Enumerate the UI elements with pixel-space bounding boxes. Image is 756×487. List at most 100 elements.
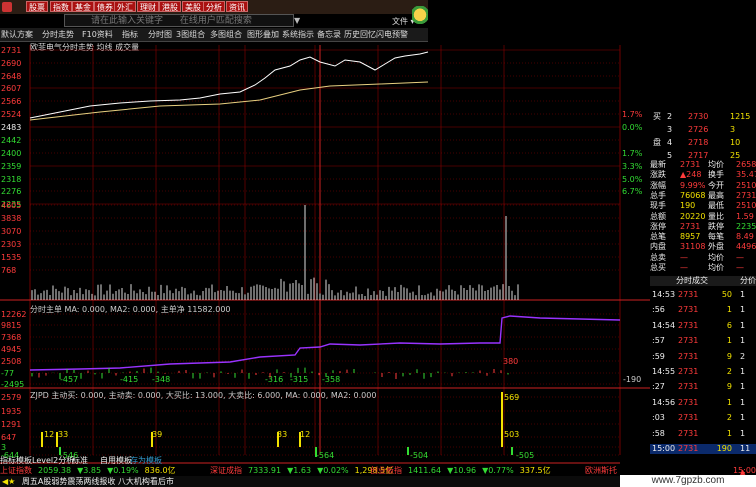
stat-value: 2510: [736, 180, 756, 190]
trade-volume: 1: [726, 305, 732, 315]
bid-volume: 10: [730, 138, 741, 147]
trade-volume: 50: [721, 290, 732, 299]
watermark-text: www.7gpzb.com: [620, 475, 756, 487]
stat-key: 最低: [708, 201, 724, 211]
stat-key: 量比: [708, 211, 724, 221]
stat-value: 9.99%: [680, 180, 706, 190]
trade-row: :03 2731 2 1: [650, 413, 756, 423]
stat-key: 总额: [650, 211, 666, 221]
index-name: 深证成指: [210, 466, 242, 475]
index-change: ▼1.63: [287, 466, 312, 475]
ticker-star-icon: ◀★: [2, 477, 16, 486]
stat-row: 涨跌 ▲248 换手 35.47%: [650, 170, 756, 180]
stat-key: 总买: [650, 263, 666, 272]
trade-row: :59 2731 9 2: [650, 352, 756, 362]
intraday-chart[interactable]: 2731 2690 2648 2607 2566 2524 2483 2442 2400 2359…: [0, 0, 756, 487]
stat-key: 均价: [708, 252, 724, 262]
stat-value: 2658: [736, 160, 756, 169]
stat-key: 总笔: [650, 232, 666, 242]
pct-axis-label: 6.7%: [622, 187, 643, 196]
trade-row: :56 2731 1 1: [650, 305, 756, 315]
flow-axis-label: -77: [1, 369, 14, 378]
bottom-tab-4[interactable]: 自用模板: [100, 456, 132, 465]
index-item[interactable]: 上证指数 2059.38 ▼3.85 ▼0.19% 836.0亿: [0, 466, 176, 476]
stat-row: 总卖 — 均价 —: [650, 253, 756, 263]
trade-count: 1: [740, 320, 746, 330]
stat-value: 1.59: [736, 211, 754, 221]
trade-count: 2: [740, 351, 746, 361]
stat-key: 跌停: [708, 221, 724, 231]
trade-time: :27: [652, 382, 665, 392]
bid-row[interactable]: 买 2 2730 1215: [650, 112, 756, 122]
news-ticker[interactable]: ◀★ 周五A股弱势震荡两线报收 八大机构看后市: [0, 476, 620, 487]
trade-price: 2731: [678, 382, 699, 392]
index-amount: 836.0亿: [144, 466, 176, 475]
volume-axis-label: 3070: [1, 227, 21, 236]
trade-price: 2731: [678, 320, 699, 330]
pct-axis-label: 0.0%: [622, 123, 643, 132]
bottom-tab-0[interactable]: 指标: [0, 456, 16, 465]
stat-value: —: [736, 252, 744, 262]
stat-value: 2510: [736, 201, 756, 211]
volume-axis-label: 768: [1, 266, 16, 275]
flow-axis-label: 7368: [1, 333, 21, 342]
quote-panel: 买 2 2730 1215 3 2726 3 盘 4 2718 10 5 2717 25 最新 2731 均价 2…: [650, 110, 756, 465]
index-name: 创业板指: [370, 466, 402, 475]
index-name: 上证指数: [0, 466, 32, 475]
volume-axis-label: 2303: [1, 240, 21, 249]
volume-axis-label: 1535: [1, 253, 21, 262]
flow-indicator-title: 分时主单 MA: 0.000, MA2: 0.000, 主单净 11582.00…: [30, 304, 231, 314]
pct-axis-label: 5.0%: [622, 175, 643, 184]
flow-right-value: -190: [623, 375, 641, 384]
index-item[interactable]: 深证成指 7333.91 ▼1.63 ▼0.02% 1,298.5亿: [210, 466, 393, 476]
bid-row[interactable]: 3 2726 3: [650, 125, 756, 135]
stat-key: 总卖: [650, 252, 666, 262]
bottom-tab-1[interactable]: 模板: [16, 456, 32, 465]
stat-value: 2731: [680, 221, 701, 231]
volume-axis-label: 3838: [1, 214, 21, 223]
bid-price: 2730: [688, 112, 709, 121]
bottom-tab-3[interactable]: 标准: [72, 456, 88, 465]
flow-label: -457: [60, 375, 78, 384]
flow-label: -415: [120, 375, 138, 384]
trade-time: 15:00: [652, 444, 676, 453]
trade-price: 2731: [678, 351, 699, 361]
order-label: 12: [300, 430, 310, 439]
tab-trades[interactable]: 分时成交: [676, 276, 708, 286]
order-label: 569: [504, 393, 519, 402]
index-value: 7333.91: [248, 466, 282, 475]
trade-row: :27 2731 9 1: [650, 382, 756, 392]
flow-line: [29, 315, 621, 371]
trade-time: :03: [652, 413, 665, 423]
index-item[interactable]: 创业板指 1411.64 ▼10.96 ▼0.77% 337.5亿: [370, 466, 551, 476]
price-axis-label: 2566: [1, 97, 21, 106]
stat-key: 总手: [650, 190, 666, 200]
flow-axis-label: 12262: [1, 310, 26, 319]
stat-row: 总笔 8957 每笔 8.49: [650, 232, 756, 242]
price-axis-label: 2648: [1, 72, 21, 81]
stat-row: 涨停 2731 跌停 2235: [650, 222, 756, 232]
price-axis-label: 2442: [1, 136, 21, 145]
trade-time: :59: [652, 351, 665, 361]
stat-value: —: [680, 263, 688, 272]
tab-price-distribution[interactable]: 分价: [740, 276, 756, 286]
pct-axis-label: 1.7%: [622, 110, 643, 119]
bid-volume: 3: [730, 125, 736, 134]
stat-row: 总手 76068 最高 2731: [650, 191, 756, 201]
stat-key: 涨跌: [650, 170, 666, 180]
flow-axis-label: 9815: [1, 321, 21, 330]
order-indicator-title: ZJPD 主动买: 0.000, 主动卖: 0.000, 大买比: 13.000…: [30, 390, 376, 400]
bid-volume: 1215: [730, 112, 751, 121]
price-line: [29, 51, 429, 119]
trade-time: 14:53: [652, 290, 676, 299]
ticker-text: 周五A股弱势震荡两线报收 八大机构看后市: [21, 477, 174, 486]
bid-row[interactable]: 盘 4 2718 10: [650, 138, 756, 148]
trade-row: 14:53 2731 50 1: [650, 290, 756, 300]
stat-value: —: [680, 252, 688, 262]
bid-side-label: 买: [653, 112, 661, 121]
bottom-tab-5[interactable]: 存为模板: [130, 456, 162, 465]
bottom-tab-2[interactable]: Level2分析: [32, 456, 74, 465]
price-axis-label: 2276: [1, 187, 21, 196]
index-pct: ▼0.02%: [317, 466, 349, 475]
trade-volume: 1: [726, 397, 732, 407]
